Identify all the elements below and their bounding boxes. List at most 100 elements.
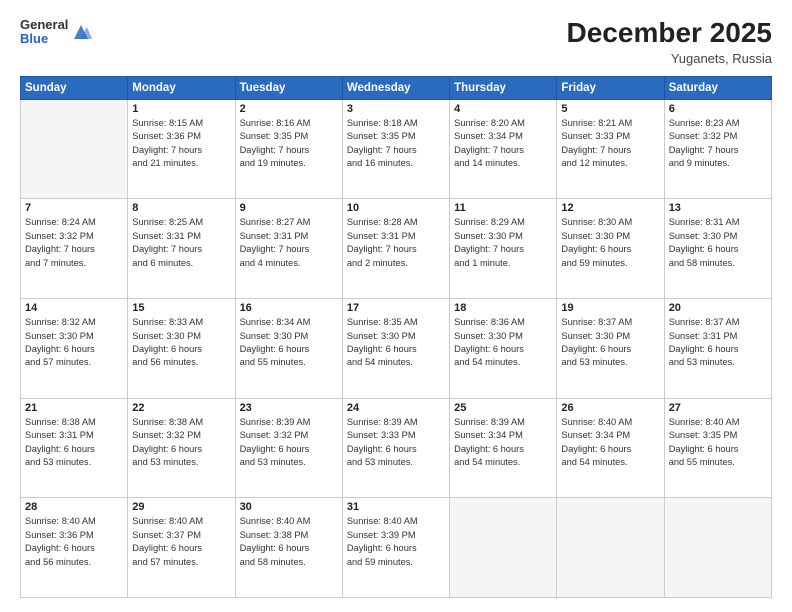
day-info: Sunrise: 8:40 AM Sunset: 3:38 PM Dayligh…	[240, 515, 338, 569]
day-number: 29	[132, 501, 230, 513]
day-info: Sunrise: 8:18 AM Sunset: 3:35 PM Dayligh…	[347, 117, 445, 171]
calendar-week-row: 28 Sunrise: 8:40 AM Sunset: 3:36 PM Dayli…	[21, 498, 772, 598]
day-info: Sunrise: 8:15 AM Sunset: 3:36 PM Dayligh…	[132, 117, 230, 171]
day-info: Sunrise: 8:25 AM Sunset: 3:31 PM Dayligh…	[132, 216, 230, 270]
title-block: December 2025 Yuganets, Russia	[567, 18, 772, 66]
day-info: Sunrise: 8:27 AM Sunset: 3:31 PM Dayligh…	[240, 216, 338, 270]
table-row: 21Sunrise: 8:38 AM Sunset: 3:31 PM Dayli…	[21, 398, 128, 498]
day-number: 9	[240, 202, 338, 214]
col-tuesday: Tuesday	[235, 76, 342, 99]
table-row: 27 Sunrise: 8:40 AM Sunset: 3:35 PM Dayli…	[664, 398, 771, 498]
col-saturday: Saturday	[664, 76, 771, 99]
table-row: 1 Sunrise: 8:15 AM Sunset: 3:36 PM Daylig…	[128, 99, 235, 199]
table-row	[21, 99, 128, 199]
day-info: Sunrise: 8:38 AM Sunset: 3:31 PM Dayligh…	[25, 416, 123, 470]
day-info: Sunrise: 8:40 AM Sunset: 3:36 PM Dayligh…	[25, 515, 123, 569]
subtitle: Yuganets, Russia	[567, 51, 772, 66]
day-info: Sunrise: 8:29 AM Sunset: 3:30 PM Dayligh…	[454, 216, 552, 270]
col-friday: Friday	[557, 76, 664, 99]
table-row: 13 Sunrise: 8:31 AM Sunset: 3:30 PM Dayli…	[664, 199, 771, 299]
day-number: 8	[132, 202, 230, 214]
col-monday: Monday	[128, 76, 235, 99]
day-number: 3	[347, 103, 445, 115]
table-row: 18Sunrise: 8:36 AM Sunset: 3:30 PM Dayli…	[450, 299, 557, 399]
day-info: Sunrise: 8:28 AM Sunset: 3:31 PM Dayligh…	[347, 216, 445, 270]
day-number: 6	[669, 103, 767, 115]
day-info: Sunrise: 8:39 AM Sunset: 3:33 PM Dayligh…	[347, 416, 445, 470]
table-row: 5 Sunrise: 8:21 AM Sunset: 3:33 PM Daylig…	[557, 99, 664, 199]
table-row: 28 Sunrise: 8:40 AM Sunset: 3:36 PM Dayli…	[21, 498, 128, 598]
day-number: 15	[132, 302, 230, 314]
day-number: 25	[454, 402, 552, 414]
table-row	[450, 498, 557, 598]
page: General Blue December 2025 Yuganets, Rus…	[0, 0, 792, 612]
table-row: 6 Sunrise: 8:23 AM Sunset: 3:32 PM Daylig…	[664, 99, 771, 199]
day-info: Sunrise: 8:32 AM Sunset: 3:30 PM Dayligh…	[25, 316, 123, 370]
calendar-week-row: 14 Sunrise: 8:32 AM Sunset: 3:30 PM Dayli…	[21, 299, 772, 399]
calendar-week-row: 7Sunrise: 8:24 AM Sunset: 3:32 PM Daylig…	[21, 199, 772, 299]
day-number: 30	[240, 501, 338, 513]
table-row: 29 Sunrise: 8:40 AM Sunset: 3:37 PM Dayli…	[128, 498, 235, 598]
logo: General Blue	[20, 18, 92, 47]
day-info: Sunrise: 8:40 AM Sunset: 3:35 PM Dayligh…	[669, 416, 767, 470]
table-row: 22 Sunrise: 8:38 AM Sunset: 3:32 PM Dayli…	[128, 398, 235, 498]
day-number: 13	[669, 202, 767, 214]
day-number: 17	[347, 302, 445, 314]
table-row: 20Sunrise: 8:37 AM Sunset: 3:31 PM Dayli…	[664, 299, 771, 399]
logo-icon	[70, 21, 92, 43]
table-row: 4 Sunrise: 8:20 AM Sunset: 3:34 PM Daylig…	[450, 99, 557, 199]
day-number: 24	[347, 402, 445, 414]
table-row: 8 Sunrise: 8:25 AM Sunset: 3:31 PM Daylig…	[128, 199, 235, 299]
table-row: 15 Sunrise: 8:33 AM Sunset: 3:30 PM Dayli…	[128, 299, 235, 399]
table-row: 16Sunrise: 8:34 AM Sunset: 3:30 PM Dayli…	[235, 299, 342, 399]
table-row: 24 Sunrise: 8:39 AM Sunset: 3:33 PM Dayli…	[342, 398, 449, 498]
logo-blue: Blue	[20, 32, 68, 46]
table-row: 3 Sunrise: 8:18 AM Sunset: 3:35 PM Daylig…	[342, 99, 449, 199]
day-number: 26	[561, 402, 659, 414]
table-row: 12Sunrise: 8:30 AM Sunset: 3:30 PM Dayli…	[557, 199, 664, 299]
calendar-header-row: Sunday Monday Tuesday Wednesday Thursday…	[21, 76, 772, 99]
day-number: 14	[25, 302, 123, 314]
col-sunday: Sunday	[21, 76, 128, 99]
table-row	[664, 498, 771, 598]
day-info: Sunrise: 8:35 AM Sunset: 3:30 PM Dayligh…	[347, 316, 445, 370]
day-number: 23	[240, 402, 338, 414]
day-number: 5	[561, 103, 659, 115]
day-info: Sunrise: 8:40 AM Sunset: 3:37 PM Dayligh…	[132, 515, 230, 569]
day-number: 31	[347, 501, 445, 513]
day-number: 28	[25, 501, 123, 513]
day-info: Sunrise: 8:38 AM Sunset: 3:32 PM Dayligh…	[132, 416, 230, 470]
table-row: 31 Sunrise: 8:40 AM Sunset: 3:39 PM Dayli…	[342, 498, 449, 598]
day-info: Sunrise: 8:40 AM Sunset: 3:34 PM Dayligh…	[561, 416, 659, 470]
day-number: 12	[561, 202, 659, 214]
day-info: Sunrise: 8:23 AM Sunset: 3:32 PM Dayligh…	[669, 117, 767, 171]
day-number: 19	[561, 302, 659, 314]
day-info: Sunrise: 8:40 AM Sunset: 3:39 PM Dayligh…	[347, 515, 445, 569]
day-number: 4	[454, 103, 552, 115]
day-info: Sunrise: 8:21 AM Sunset: 3:33 PM Dayligh…	[561, 117, 659, 171]
day-info: Sunrise: 8:33 AM Sunset: 3:30 PM Dayligh…	[132, 316, 230, 370]
day-info: Sunrise: 8:31 AM Sunset: 3:30 PM Dayligh…	[669, 216, 767, 270]
calendar-week-row: 1 Sunrise: 8:15 AM Sunset: 3:36 PM Daylig…	[21, 99, 772, 199]
day-number: 18	[454, 302, 552, 314]
table-row: 23 Sunrise: 8:39 AM Sunset: 3:32 PM Dayli…	[235, 398, 342, 498]
table-row: 19Sunrise: 8:37 AM Sunset: 3:30 PM Dayli…	[557, 299, 664, 399]
table-row: 9 Sunrise: 8:27 AM Sunset: 3:31 PM Daylig…	[235, 199, 342, 299]
day-info: Sunrise: 8:20 AM Sunset: 3:34 PM Dayligh…	[454, 117, 552, 171]
day-number: 1	[132, 103, 230, 115]
table-row: 25 Sunrise: 8:39 AM Sunset: 3:34 PM Dayli…	[450, 398, 557, 498]
day-number: 11	[454, 202, 552, 214]
table-row: 2Sunrise: 8:16 AM Sunset: 3:35 PM Daylig…	[235, 99, 342, 199]
main-title: December 2025	[567, 18, 772, 49]
table-row: 7Sunrise: 8:24 AM Sunset: 3:32 PM Daylig…	[21, 199, 128, 299]
calendar-week-row: 21Sunrise: 8:38 AM Sunset: 3:31 PM Dayli…	[21, 398, 772, 498]
day-number: 7	[25, 202, 123, 214]
day-info: Sunrise: 8:39 AM Sunset: 3:32 PM Dayligh…	[240, 416, 338, 470]
day-number: 22	[132, 402, 230, 414]
day-info: Sunrise: 8:37 AM Sunset: 3:31 PM Dayligh…	[669, 316, 767, 370]
day-number: 16	[240, 302, 338, 314]
table-row: 14 Sunrise: 8:32 AM Sunset: 3:30 PM Dayli…	[21, 299, 128, 399]
day-number: 27	[669, 402, 767, 414]
day-info: Sunrise: 8:39 AM Sunset: 3:34 PM Dayligh…	[454, 416, 552, 470]
table-row: 30 Sunrise: 8:40 AM Sunset: 3:38 PM Dayli…	[235, 498, 342, 598]
